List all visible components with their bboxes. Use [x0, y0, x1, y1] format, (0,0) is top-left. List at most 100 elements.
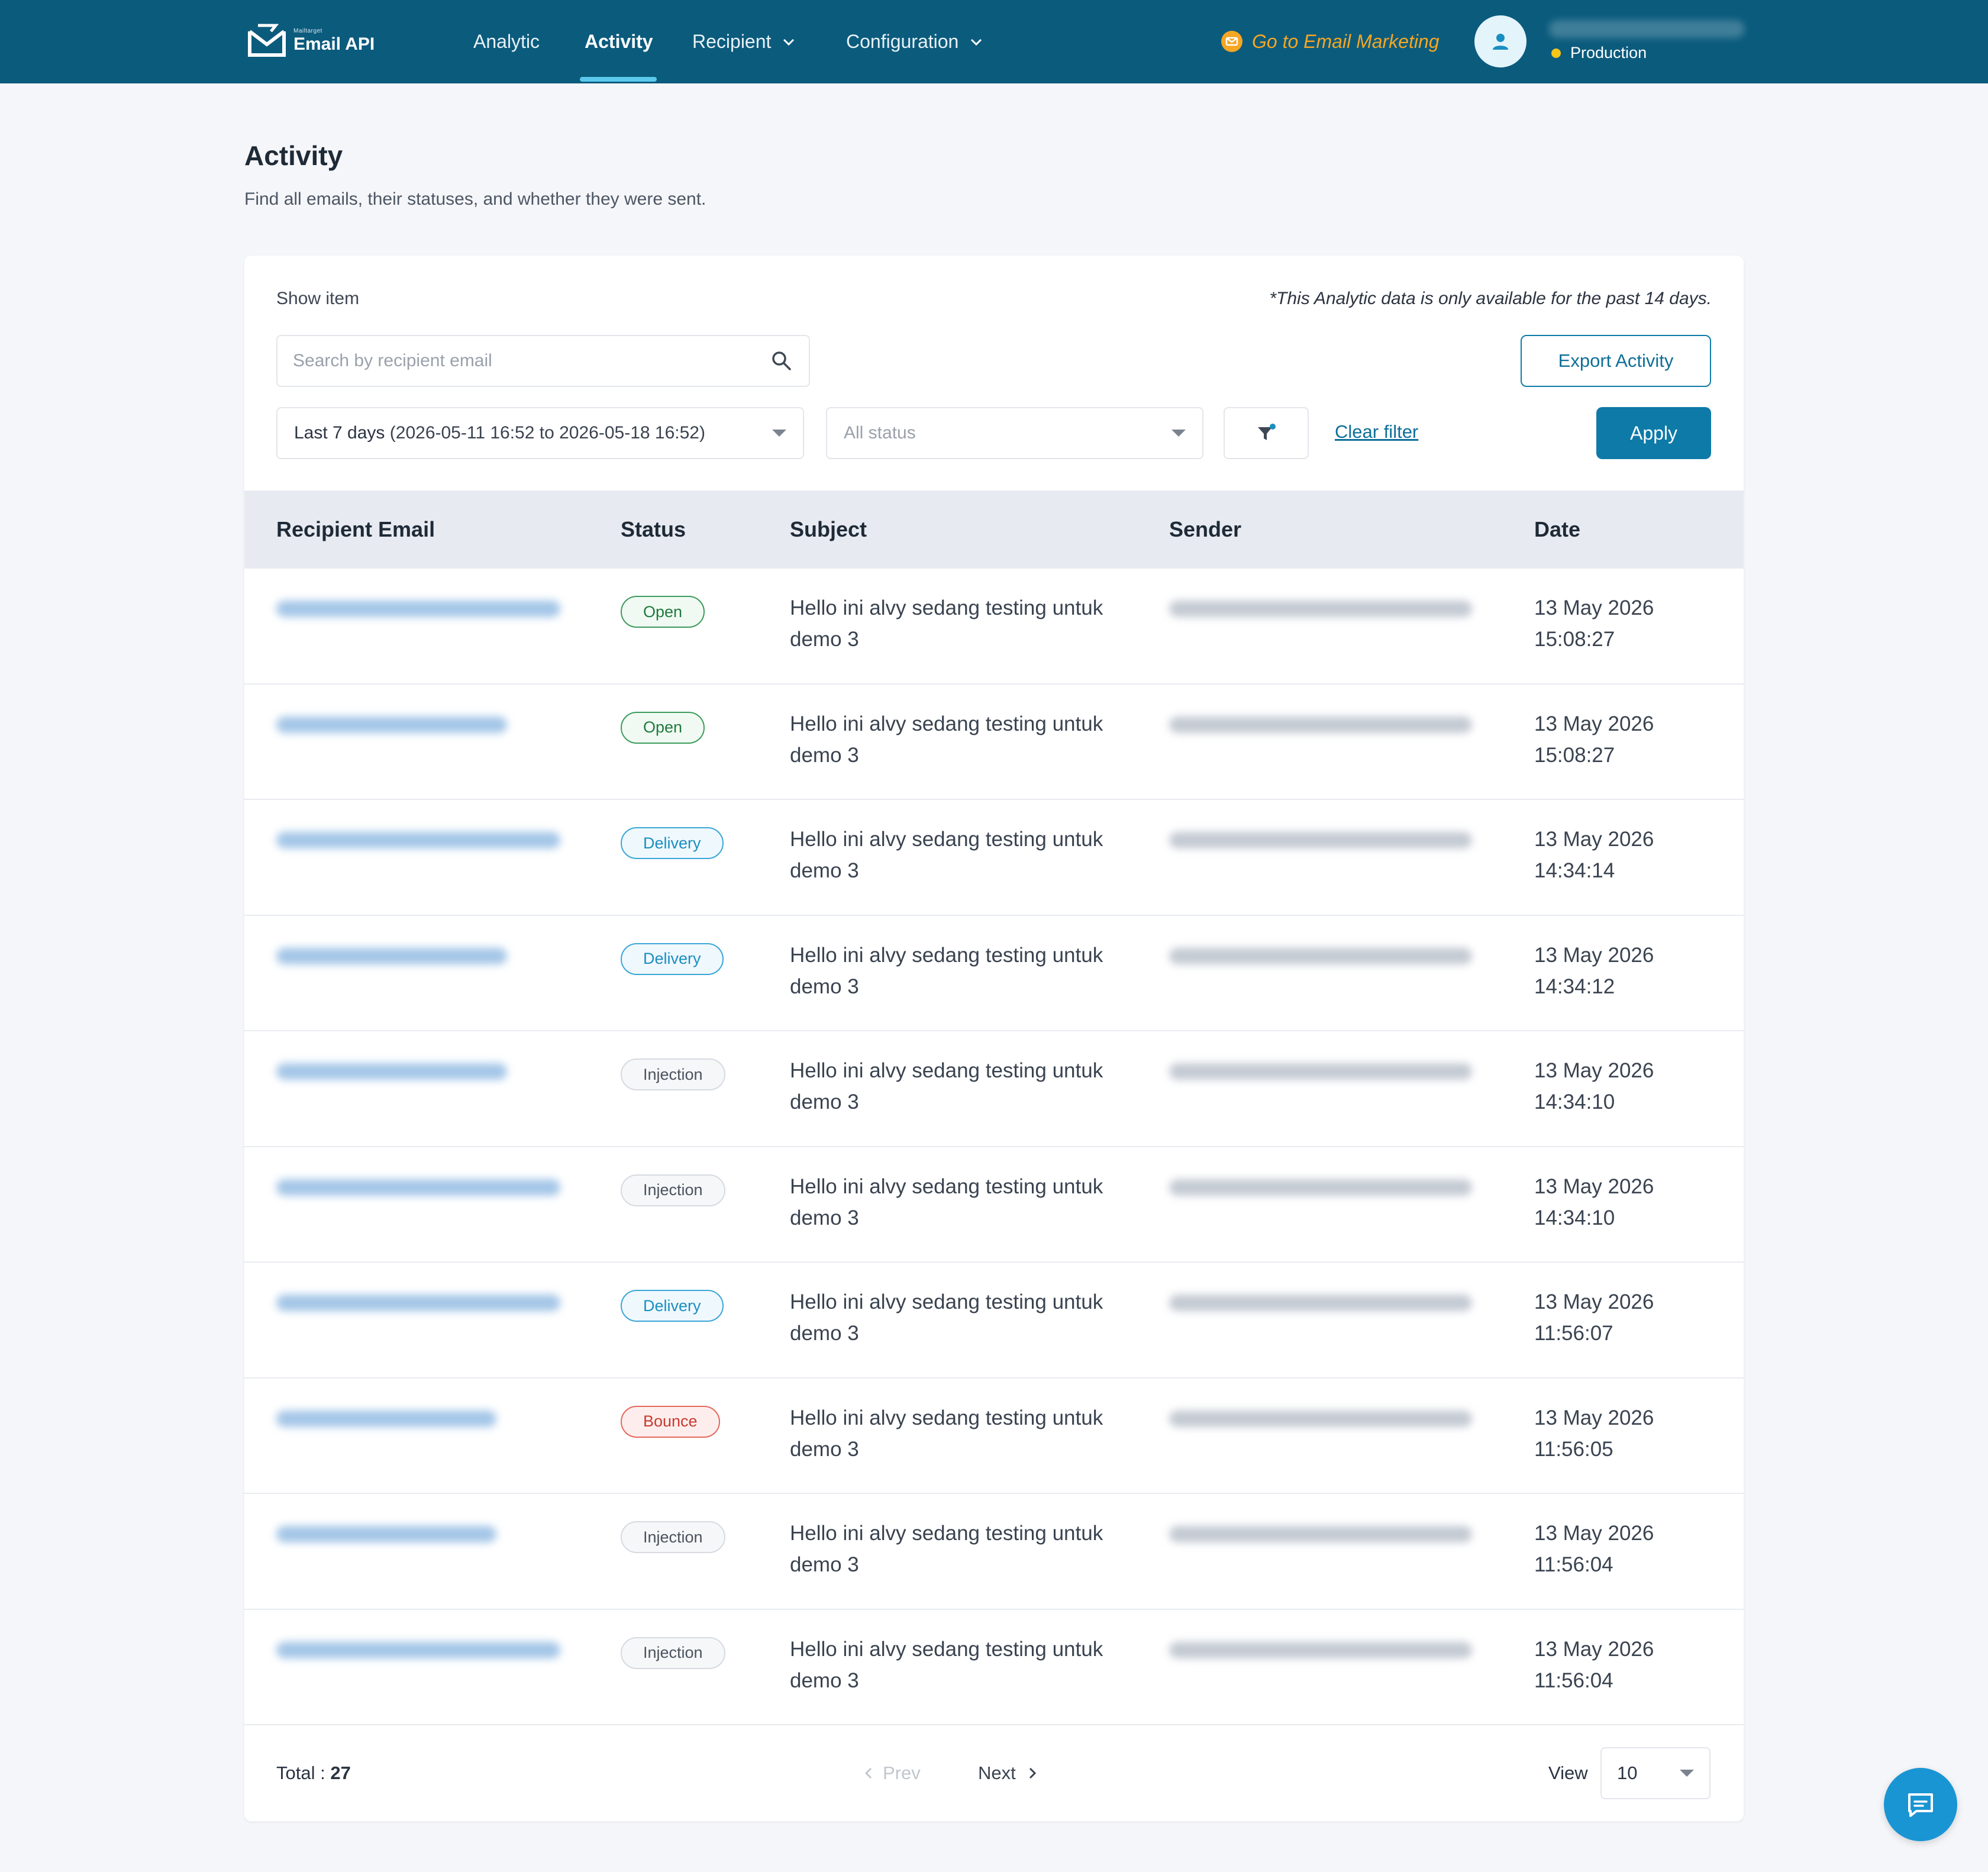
chat-button[interactable]: [1884, 1768, 1957, 1841]
clear-filter-link[interactable]: Clear filter: [1335, 421, 1418, 443]
nav-recipient[interactable]: Recipient: [692, 0, 796, 83]
date-range-period: (2026-05-11 16:52 to 2026-05-18 16:52): [389, 423, 705, 443]
top-navbar: Mailtarget Email API Analytic Activity R…: [0, 0, 1988, 83]
table-row[interactable]: Injection Hello ini alvy sedang testing …: [244, 1610, 1744, 1725]
column-recipient-email: Recipient Email: [276, 517, 435, 541]
nav-configuration[interactable]: Configuration: [846, 0, 983, 83]
nav-analytic[interactable]: Analytic: [473, 0, 540, 83]
date-cell: 13 May 2026 14:34:12: [1534, 940, 1724, 1002]
next-page-button[interactable]: Next: [978, 1763, 1038, 1784]
filter-button[interactable]: [1224, 407, 1309, 459]
date-cell: 13 May 2026 11:56:07: [1534, 1286, 1724, 1349]
go-to-email-marketing-link[interactable]: Go to Email Marketing: [1221, 24, 1440, 59]
recipient-email-redacted: [276, 1410, 496, 1427]
date-text: 13 May 2026: [1534, 1522, 1654, 1545]
table-row[interactable]: Delivery Hello ini alvy sedang testing u…: [244, 800, 1744, 916]
column-date: Date: [1534, 517, 1581, 541]
nav-activity[interactable]: Activity: [585, 0, 653, 83]
time-text: 11:56:04: [1534, 1553, 1613, 1576]
search-input[interactable]: [293, 351, 770, 371]
nav-activity-label: Activity: [585, 31, 653, 52]
date-text: 13 May 2026: [1534, 828, 1654, 851]
caret-down-icon: [1172, 430, 1186, 437]
time-text: 14:34:12: [1534, 974, 1615, 998]
status-select-placeholder: All status: [844, 423, 916, 443]
table-row[interactable]: Open Hello ini alvy sedang testing untuk…: [244, 685, 1744, 800]
user-avatar[interactable]: [1474, 15, 1526, 67]
prev-page-button[interactable]: Prev: [863, 1763, 921, 1784]
brand-small-text: Mailtarget: [293, 28, 322, 34]
status-badge: Injection: [621, 1058, 725, 1090]
nav-configuration-label: Configuration: [846, 31, 959, 52]
sender-redacted: [1169, 947, 1472, 964]
recipient-email-redacted: [276, 1641, 560, 1658]
chevron-down-icon: [971, 38, 982, 46]
page-subtitle: Find all emails, their statuses, and whe…: [244, 189, 706, 209]
filter-icon: [1258, 424, 1276, 440]
recipient-email-redacted: [276, 947, 507, 964]
status-badge: Delivery: [621, 943, 724, 975]
active-nav-indicator: [580, 77, 657, 82]
table-row[interactable]: Injection Hello ini alvy sedang testing …: [244, 1494, 1744, 1610]
time-text: 14:34:10: [1534, 1090, 1615, 1113]
status-select[interactable]: All status: [826, 407, 1203, 459]
sender-redacted: [1169, 1641, 1472, 1658]
user-name-redacted[interactable]: [1549, 20, 1744, 38]
table-row[interactable]: Delivery Hello ini alvy sedang testing u…: [244, 1263, 1744, 1379]
page-size-select[interactable]: 10: [1600, 1747, 1711, 1799]
status-badge: Bounce: [621, 1405, 720, 1438]
date-text: 13 May 2026: [1534, 1637, 1654, 1661]
date-text: 13 May 2026: [1534, 596, 1654, 619]
date-range-select[interactable]: Last 7 days (2026-05-11 16:52 to 2026-05…: [276, 407, 804, 459]
table-row[interactable]: Open Hello ini alvy sedang testing untuk…: [244, 569, 1744, 685]
recipient-email-redacted: [276, 832, 560, 848]
date-text: 13 May 2026: [1534, 1290, 1654, 1313]
time-text: 15:08:27: [1534, 628, 1615, 651]
table-row[interactable]: Injection Hello ini alvy sedang testing …: [244, 1031, 1744, 1147]
table-header: Recipient Email Status Subject Sender Da…: [244, 490, 1744, 569]
total-value: 27: [330, 1763, 351, 1783]
date-cell: 13 May 2026 11:56:04: [1534, 1634, 1724, 1696]
brand-name: Email API: [293, 34, 375, 54]
nav-recipient-label: Recipient: [692, 31, 772, 52]
sender-redacted: [1169, 1410, 1472, 1427]
chevron-right-icon: [1029, 1767, 1036, 1779]
date-cell: 13 May 2026 14:34:10: [1534, 1171, 1724, 1234]
environment-indicator: Production: [1551, 44, 1647, 62]
table-row[interactable]: Injection Hello ini alvy sedang testing …: [244, 1147, 1744, 1263]
status-badge: Delivery: [621, 1290, 724, 1322]
logo-icon: [248, 24, 286, 57]
view-label: View: [1548, 1763, 1588, 1783]
recipient-email-redacted: [276, 1526, 496, 1542]
email-marketing-icon: [1221, 31, 1242, 52]
search-box: [276, 335, 810, 387]
column-subject: Subject: [790, 517, 867, 541]
date-cell: 13 May 2026 15:08:27: [1534, 708, 1724, 771]
time-text: 11:56:05: [1534, 1437, 1613, 1461]
column-status: Status: [621, 517, 686, 541]
search-icon[interactable]: [770, 349, 793, 373]
apply-button[interactable]: Apply: [1596, 407, 1711, 459]
date-text: 13 May 2026: [1534, 1406, 1654, 1429]
status-badge: Delivery: [621, 827, 724, 859]
sender-redacted: [1169, 1179, 1472, 1196]
date-text: 13 May 2026: [1534, 712, 1654, 735]
export-activity-button[interactable]: Export Activity: [1521, 335, 1711, 387]
subject-text: Hello ini alvy sedang testing untuk demo…: [790, 1522, 1103, 1576]
next-label: Next: [978, 1763, 1016, 1783]
date-text: 13 May 2026: [1534, 1059, 1654, 1082]
sender-redacted: [1169, 832, 1472, 848]
table-row[interactable]: Delivery Hello ini alvy sedang testing u…: [244, 916, 1744, 1031]
subject-text: Hello ini alvy sedang testing untuk demo…: [790, 943, 1103, 998]
sender-redacted: [1169, 1063, 1472, 1080]
sender-redacted: [1169, 1295, 1472, 1311]
subject-text: Hello ini alvy sedang testing untuk demo…: [790, 596, 1103, 651]
date-cell: 13 May 2026 15:08:27: [1534, 592, 1724, 655]
time-text: 15:08:27: [1534, 743, 1615, 767]
date-cell: 13 May 2026 11:56:05: [1534, 1402, 1724, 1465]
table-row[interactable]: Bounce Hello ini alvy sedang testing unt…: [244, 1379, 1744, 1494]
page-size-value: 10: [1617, 1763, 1638, 1783]
data-availability-notice: *This Analytic data is only available fo…: [1269, 289, 1712, 308]
recipient-email-redacted: [276, 601, 560, 617]
brand-logo[interactable]: Mailtarget Email API: [247, 22, 375, 59]
